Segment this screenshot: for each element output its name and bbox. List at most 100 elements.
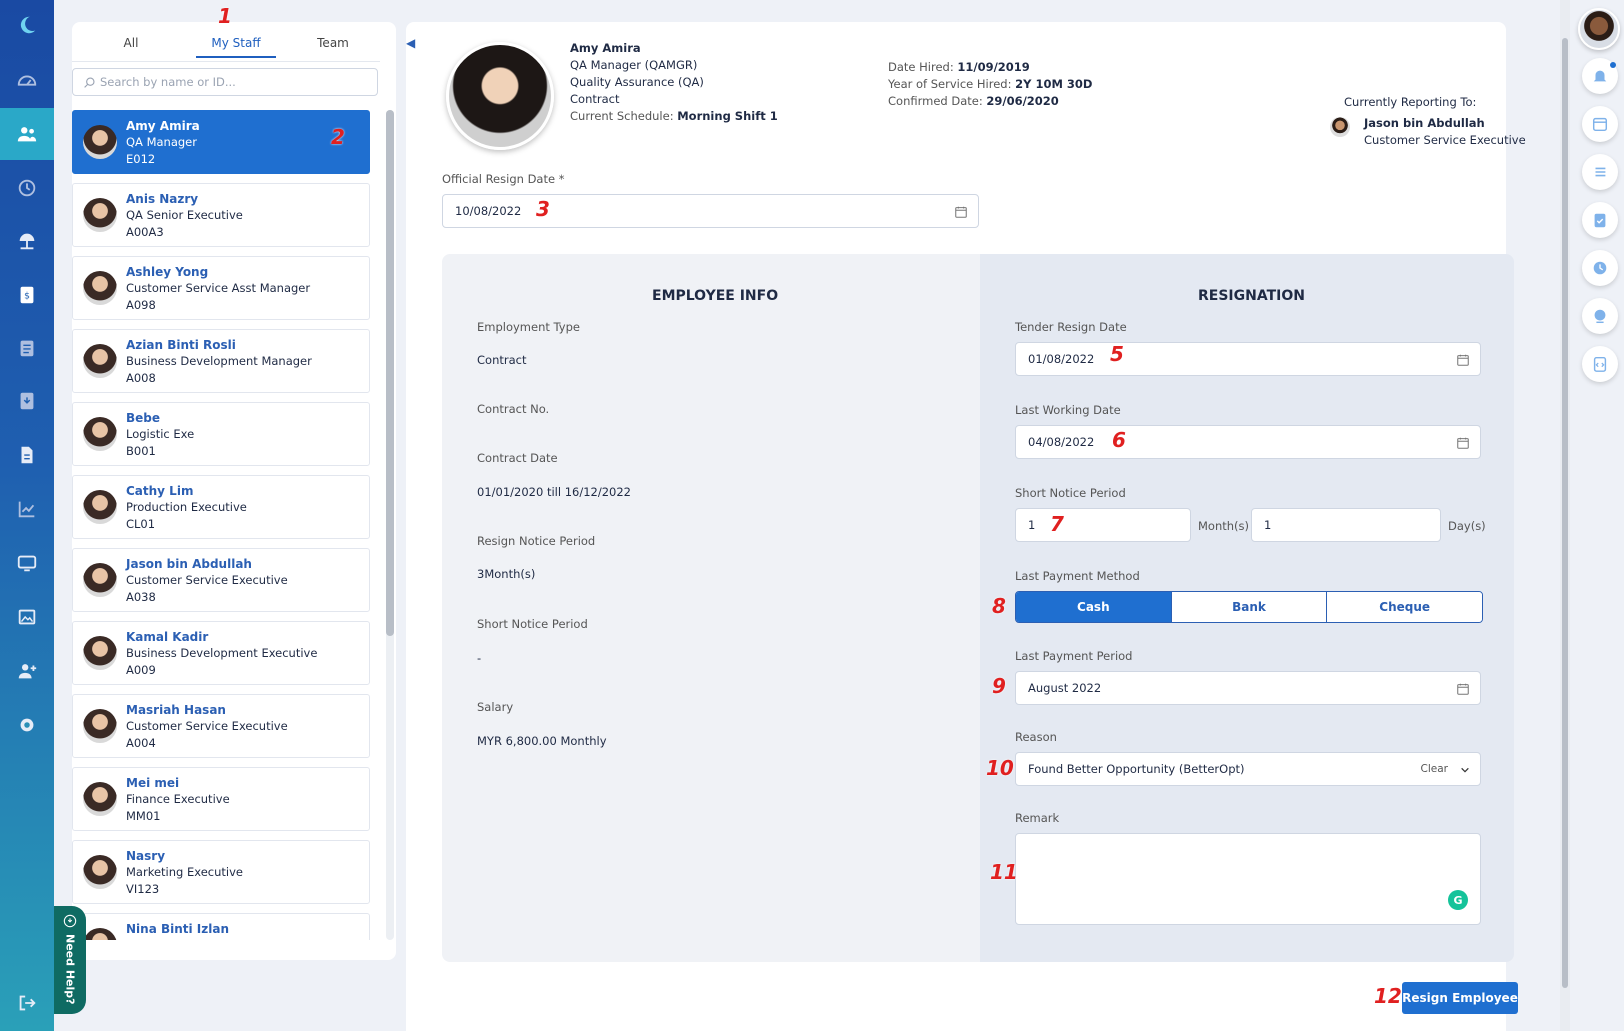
short-notice-period-label: Short Notice Period <box>1015 486 1126 500</box>
salary-label: Salary <box>477 700 514 714</box>
resignation-panel: RESIGNATION Tender Resign Date 01/08/202… <box>980 254 1514 962</box>
clock-icon[interactable] <box>1582 250 1618 286</box>
staff-list-item[interactable]: Azian Binti Rosli Business Development Ma… <box>72 329 370 393</box>
staff-list-item[interactable]: Cathy Lim Production Executive CL01 <box>72 475 370 539</box>
staff-list-item[interactable]: Kamal Kadir Business Development Executiv… <box>72 621 370 685</box>
staff-list-item[interactable]: Amy Amira QA Manager E012 <box>72 110 370 174</box>
staff-name: Nina Binti Izlan <box>126 922 230 936</box>
staff-list-item[interactable]: Jason bin Abdullah Customer Service Execu… <box>72 548 370 612</box>
staff-id: B001 <box>126 444 156 458</box>
payment-method-group: Cash Bank Cheque <box>1015 591 1483 623</box>
image-gallery-icon[interactable] <box>0 594 54 640</box>
staff-list-item[interactable]: Masriah Hasan Customer Service Executive A… <box>72 694 370 758</box>
staff-name: Amy Amira <box>126 119 200 133</box>
need-help-button[interactable]: Need Help? <box>54 906 86 1014</box>
employee-info-panel: EMPLOYEE INFO Employment Type Contract C… <box>442 254 980 962</box>
staff-id: CL01 <box>126 517 156 531</box>
tab-all[interactable]: All <box>116 36 146 50</box>
annotation-6: 6 <box>1112 428 1126 452</box>
staff-list-item[interactable]: Anis Nazry QA Senior Executive A00A3 <box>72 183 370 247</box>
months-unit: Month(s) <box>1198 519 1250 533</box>
calendar-icon[interactable] <box>1456 682 1470 696</box>
staff-name: Anis Nazry <box>126 192 199 206</box>
staff-position: Marketing Executive <box>126 865 243 879</box>
staff-list-item[interactable]: Nasry Marketing Executive VI123 <box>72 840 370 904</box>
payment-period-input[interactable]: August 2022 <box>1015 671 1481 705</box>
staff-list-scroll-thumb[interactable] <box>386 110 394 636</box>
staff-list-item[interactable]: Nina Binti Izlan Customer Service Senior … <box>72 913 370 940</box>
history-icon[interactable] <box>0 165 54 211</box>
payment-bank-button[interactable]: Bank <box>1171 592 1328 622</box>
chevron-down-icon[interactable] <box>1460 765 1470 775</box>
tab-my-staff[interactable]: My Staff <box>196 36 276 58</box>
tender-resign-label: Tender Resign Date <box>1015 320 1127 334</box>
avatar <box>83 344 117 378</box>
payment-period-label: Last Payment Period <box>1015 649 1133 663</box>
people-icon[interactable] <box>0 108 54 160</box>
calendar-icon[interactable] <box>1456 353 1470 367</box>
dashboard-gauge-icon[interactable] <box>0 58 54 104</box>
payment-cheque-button[interactable]: Cheque <box>1327 592 1482 622</box>
page-scroll-thumb[interactable] <box>1562 38 1568 988</box>
staff-list-item[interactable]: Bebe Logistic Exe B001 <box>72 402 370 466</box>
staff-position: Logistic Exe <box>126 427 195 441</box>
logout-icon[interactable] <box>0 980 54 1026</box>
staff-position: Business Development Executive <box>126 646 318 660</box>
employee-schedule: Current Schedule: Morning Shift 1 <box>570 109 778 123</box>
download-doc-icon[interactable] <box>0 378 54 424</box>
checklist-icon[interactable] <box>1582 202 1618 238</box>
user-avatar[interactable] <box>1578 8 1620 50</box>
search-input[interactable]: Search by name or ID... <box>72 68 378 96</box>
add-user-icon[interactable] <box>0 648 54 694</box>
employment-type-label: Employment Type <box>477 320 580 334</box>
monitor-icon[interactable] <box>0 540 54 586</box>
payroll-dollar-icon[interactable]: $ <box>0 272 54 318</box>
staff-position: QA Manager <box>126 135 197 149</box>
calendar-icon[interactable] <box>1582 106 1618 142</box>
manager-name: Jason bin Abdullah <box>1364 116 1485 130</box>
grammarly-icon[interactable]: G <box>1448 890 1468 910</box>
staff-tabs: All My Staff Team <box>72 28 380 62</box>
salary-value: MYR 6,800.00 Monthly <box>477 734 607 748</box>
employee-name: Amy Amira <box>570 41 641 55</box>
code-clipboard-icon[interactable] <box>1582 346 1618 382</box>
last-working-date-input[interactable]: 04/08/2022 <box>1015 425 1481 459</box>
avatar <box>83 417 117 451</box>
staff-id: A008 <box>126 371 156 385</box>
payment-cash-button[interactable]: Cash <box>1016 592 1172 622</box>
reason-select[interactable]: Found Better Opportunity (BetterOpt) Cle… <box>1015 752 1481 786</box>
staff-list-item[interactable]: Ashley Yong Customer Service Asst Manager… <box>72 256 370 320</box>
resign-employee-button[interactable]: Resign Employee <box>1402 982 1518 1014</box>
calendar-icon[interactable] <box>954 205 968 219</box>
short-notice-months-input[interactable]: 1 <box>1015 508 1191 542</box>
staff-position: Customer Service Asst Manager <box>126 281 311 295</box>
notification-bell-icon[interactable] <box>1582 58 1618 94</box>
document-icon[interactable] <box>0 432 54 478</box>
staff-id: E012 <box>126 152 156 166</box>
remark-textarea[interactable]: G <box>1015 833 1481 925</box>
staff-list-item[interactable]: Mei mei Finance Executive MM01 <box>72 767 370 831</box>
calendar-icon[interactable] <box>1456 436 1470 450</box>
reporting-manager: Jason bin Abdullah Customer Service Exec… <box>1364 115 1526 149</box>
globe-icon[interactable] <box>1582 298 1618 334</box>
settings-gear-icon[interactable] <box>0 702 54 748</box>
leave-beach-icon[interactable] <box>0 218 54 264</box>
resign-notice-label: Resign Notice Period <box>477 534 596 548</box>
staff-position: Customer Service Executive <box>126 719 288 733</box>
analytics-chart-icon[interactable] <box>0 486 54 532</box>
clear-reason-button[interactable]: Clear <box>1421 763 1448 775</box>
clipboard-icon[interactable] <box>0 325 54 371</box>
date-hired: 11/09/2019 <box>957 60 1030 74</box>
tab-team[interactable]: Team <box>308 36 358 50</box>
staff-position: QA Senior Executive <box>126 208 243 222</box>
list-icon[interactable] <box>1582 154 1618 190</box>
manager-avatar <box>1330 117 1350 137</box>
employment-type-value: Contract <box>477 353 527 367</box>
moon-logo-icon[interactable] <box>0 2 54 48</box>
employee-info-title: EMPLOYEE INFO <box>652 288 779 304</box>
collapse-panel-icon[interactable]: ◀ <box>406 36 424 66</box>
official-resign-date-input[interactable]: 10/08/2022 <box>442 194 979 228</box>
tender-resign-date-input[interactable]: 01/08/2022 <box>1015 342 1481 376</box>
annotation-10: 10 <box>986 756 1014 780</box>
short-notice-days-input[interactable]: 1 <box>1251 508 1441 542</box>
